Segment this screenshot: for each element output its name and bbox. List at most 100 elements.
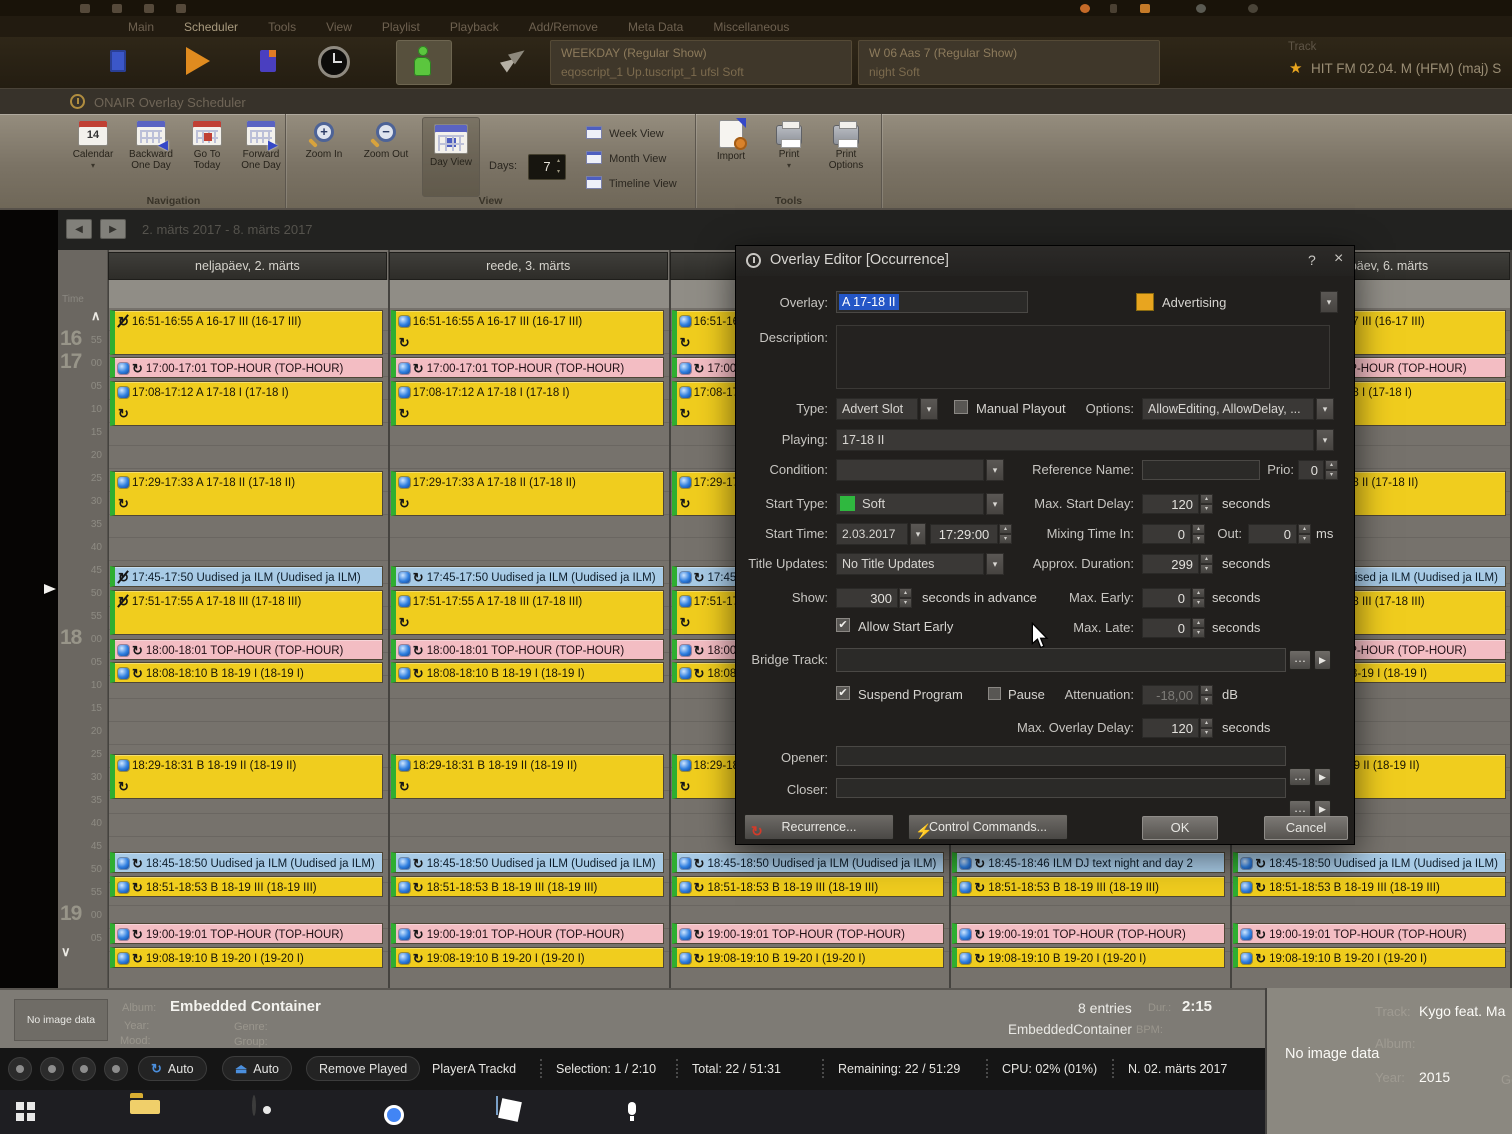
spin-down-icon[interactable]: ▾ [999,534,1012,544]
schedule-entry[interactable]: ↻18:45-18:46 ILM DJ text night and day 2 [952,852,1225,873]
tab-playlist[interactable]: Playlist [382,20,420,34]
spin-down-icon[interactable]: ▾ [1192,598,1205,608]
calendar-button[interactable]: Calendar ▾ [66,119,120,193]
help-icon[interactable] [1248,4,1258,13]
start-date-dropdown[interactable]: ▾ [910,523,926,545]
playing-select[interactable]: 17-18 II [836,429,1314,451]
description-textarea[interactable] [836,325,1330,389]
schedule-entry[interactable]: ↻18:51-18:53 B 18-19 III (18-19 III) [1233,876,1506,897]
title-updates-select[interactable]: No Title Updates [836,553,984,575]
attenuation-spinner[interactable]: ▴▾ [1200,685,1213,705]
max-start-delay-spinner[interactable]: ▴▾ [1200,494,1213,514]
spin-down-icon[interactable]: ▾ [1200,728,1213,738]
bookmark-icon[interactable] [260,50,276,72]
spin-up-icon[interactable]: ▴ [1200,554,1213,564]
approx-duration-spinner[interactable]: ▴▾ [1200,554,1213,574]
days-stepper[interactable]: 7 ▴▾ [528,154,566,180]
schedule-entry[interactable]: ↻17:00-17:01 TOP-HOUR (TOP-HOUR) [110,357,383,378]
mixing-out-spinner[interactable]: ▴▾ [1298,524,1311,544]
start-button-icon[interactable] [16,1102,24,1110]
schedule-entry[interactable]: ↻18:45-18:50 Uudised ja ILM (Uudised ja … [672,852,945,873]
days-spinner-arrows[interactable]: ▴▾ [554,157,563,177]
max-overlay-delay-input[interactable]: 120 [1142,718,1199,738]
title-updates-dropdown[interactable]: ▾ [986,553,1004,575]
schedule-entry[interactable]: ↻19:08-19:10 B 19-20 I (19-20 I) [110,947,383,968]
playing-dropdown[interactable]: ▾ [1316,429,1334,451]
spin-up-icon[interactable]: ▴ [1192,588,1205,598]
spin-up-icon[interactable]: ▴ [1192,524,1205,534]
mixing-in-spinner[interactable]: ▴▾ [1192,524,1205,544]
schedule-entry[interactable]: ↻18:45-18:50 Uudised ja ILM (Uudised ja … [110,852,383,873]
max-early-spinner[interactable]: ▴▾ [1192,588,1205,608]
schedule-entry[interactable]: ↻19:08-19:10 B 19-20 I (19-20 I) [1233,947,1506,968]
schedule-entry[interactable]: 17:29-17:33 A 17-18 II (17-18 II)↻ [391,471,664,516]
document-icon[interactable] [110,50,126,72]
schedule-entry[interactable]: ↻19:00-19:01 TOP-HOUR (TOP-HOUR) [391,923,664,944]
spin-down-icon[interactable]: ▾ [1325,470,1338,480]
schedule-entry[interactable]: ↻18:51-18:53 B 18-19 III (18-19 III) [391,876,664,897]
schedule-entry[interactable]: 17:51-17:55 A 17-18 III (17-18 III)↻ [391,590,664,635]
max-late-input[interactable]: 0 [1142,618,1191,638]
schedule-entry[interactable]: 17:29-17:33 A 17-18 II (17-18 II)↻ [110,471,383,516]
max-overlay-delay-spinner[interactable]: ▴▾ [1200,718,1213,738]
next-range-button[interactable]: ▶ [100,219,126,239]
record-status-icon[interactable] [1080,4,1090,13]
start-time-input[interactable]: 17:29:00 [930,524,998,544]
pause-checkbox[interactable] [988,687,1001,700]
scroll-up-icon[interactable]: ∧ [91,308,101,324]
allow-start-early-checkbox[interactable]: ✔ [836,618,850,632]
spin-up-icon[interactable]: ▴ [1200,494,1213,504]
max-late-spinner[interactable]: ▴▾ [1192,618,1205,638]
month-view-button[interactable]: Month View [586,151,691,171]
schedule-entry[interactable]: ↻18:51-18:53 B 18-19 III (18-19 III) [110,876,383,897]
schedule-entry[interactable]: 17:08-17:12 A 17-18 I (17-18 I)↻ [110,381,383,426]
import-button[interactable]: Import [704,119,758,193]
go-to-today-button[interactable]: Go To Today [182,119,232,193]
schedule-entry[interactable]: ↻19:00-19:01 TOP-HOUR (TOP-HOUR) [952,923,1225,944]
backward-one-day-button[interactable]: Backward One Day [122,119,180,193]
category-dropdown[interactable]: ▾ [1320,291,1338,313]
week-view-button[interactable]: Week View [586,126,691,146]
schedule-entry[interactable]: 16:51-16:55 A 16-17 III (16-17 III)↻ [391,310,664,355]
mixer-icon[interactable] [104,1057,128,1081]
show-spinner[interactable]: ▴▾ [899,588,912,608]
spin-down-icon[interactable]: ▾ [899,598,912,608]
options-select[interactable]: AllowEditing, AllowDelay, ... [1142,398,1314,420]
type-dropdown[interactable]: ▾ [920,398,938,420]
save-icon[interactable] [112,4,122,13]
schedule-entry[interactable]: ↻18:51-18:53 B 18-19 III (18-19 III) [952,876,1225,897]
mic-icon[interactable] [1196,4,1206,13]
zoom-in-button[interactable]: + Zoom In [298,119,350,193]
overlay-input[interactable]: A 17-18 II [836,291,1028,313]
closer-input[interactable] [836,778,1286,798]
start-type-dropdown[interactable]: ▾ [986,493,1004,515]
schedule-entry[interactable]: ↻19:00-19:01 TOP-HOUR (TOP-HOUR) [672,923,945,944]
start-time-spinner[interactable]: ▴▾ [999,524,1012,544]
show-info-panel-1[interactable]: WEEKDAY (Regular Show) eqoscript_1 Up.tu… [550,40,852,85]
schedule-entry[interactable]: ↻19:08-19:10 B 19-20 I (19-20 I) [952,947,1225,968]
power-icon[interactable] [8,1057,32,1081]
tab-meta-data[interactable]: Meta Data [628,20,683,34]
opener-browse-button[interactable]: … [1289,768,1311,786]
schedule-entry[interactable]: ↻18:45-18:50 Uudised ja ILM (Uudised ja … [1233,852,1506,873]
spin-up-icon[interactable]: ▴ [999,524,1012,534]
spin-up-icon[interactable]: ▴ [1325,460,1338,470]
start-date-select[interactable]: 2.03.2017 [836,523,908,545]
zoom-out-button[interactable]: − Zoom Out [358,119,414,193]
reference-name-input[interactable] [1142,460,1260,480]
app-menu-icon[interactable] [80,4,90,13]
forward-one-day-button[interactable]: Forward One Day [232,119,290,193]
tab-miscellaneous[interactable]: Miscellaneous [713,20,789,34]
schedule-entry[interactable]: 18:29-18:31 B 18-19 II (18-19 II)↻ [391,754,664,799]
darts-icon[interactable] [500,47,528,75]
max-early-input[interactable]: 0 [1142,588,1191,608]
recurrence-button[interactable]: ↻ Recurrence... [744,814,894,840]
auto-eject-toggle[interactable]: ⏏ Auto [222,1056,292,1081]
schedule-entry[interactable]: ↻18:45-18:50 Uudised ja ILM (Uudised ja … [391,852,664,873]
spin-down-icon[interactable]: ▾ [1298,534,1311,544]
dialog-help-icon[interactable]: ? [1308,252,1316,268]
mixing-out-input[interactable]: 0 [1248,524,1297,544]
scroll-down-icon[interactable]: ∨ [61,944,71,960]
timeline-view-button[interactable]: Timeline View [586,176,691,196]
schedule-entry[interactable]: ↻17:51-17:55 A 17-18 III (17-18 III) [110,590,383,635]
